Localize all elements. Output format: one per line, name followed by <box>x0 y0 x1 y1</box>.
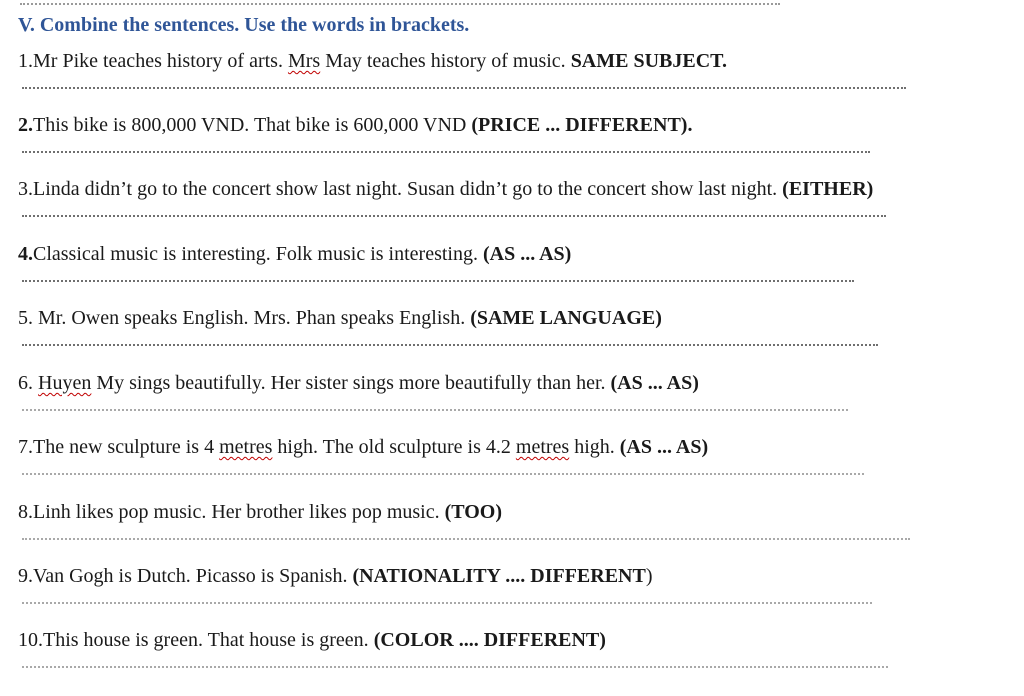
question-item: 3.Linda didn’t go to the concert show la… <box>0 177 1024 241</box>
bracket-keyword: 4. <box>18 243 33 265</box>
sentence-text: This bike is 800,000 VND. That bike is 6… <box>33 114 472 136</box>
sentence-text: 5. Mr. Owen speaks English. Mrs. Phan sp… <box>18 307 471 329</box>
spellcheck-word: metres <box>515 436 570 458</box>
bracket-keyword: (PRICE ... DIFFERENT). <box>471 114 693 136</box>
sentence-text: high. The old sculpture is 4.2 <box>272 436 516 458</box>
sentence-text: ) <box>645 565 653 587</box>
question-item: 4.Classical music is interesting. Folk m… <box>0 242 1024 306</box>
answer-line[interactable] <box>22 666 888 668</box>
question-item: 6. Huyen My sings beautifully. Her siste… <box>0 371 1024 435</box>
question-item: 10.This house is green. That house is gr… <box>0 628 1024 692</box>
answer-line[interactable] <box>22 473 864 475</box>
bracket-keyword: (COLOR .... DIFFERENT) <box>373 629 606 651</box>
question-text: 8.Linh likes pop music. Her brother like… <box>18 500 502 524</box>
bracket-keyword: (EITHER) <box>782 178 874 200</box>
sentence-text: 9.Van Gogh is Dutch. Picasso is Spanish. <box>18 565 353 587</box>
sentence-text: 7.The new sculpture is 4 <box>18 436 220 458</box>
sentence-text: May teaches history of music. <box>320 50 571 72</box>
question-item: 1.Mr Pike teaches history of arts. Mrs M… <box>0 49 1024 113</box>
bracket-keyword: 2. <box>18 114 33 136</box>
question-text: 5. Mr. Owen speaks English. Mrs. Phan sp… <box>18 306 662 330</box>
bracket-keyword: (AS ... AS) <box>482 243 572 265</box>
sentence-text: 10.This house is green. That house is gr… <box>18 629 374 651</box>
question-text: 10.This house is green. That house is gr… <box>18 628 606 652</box>
bracket-keyword: SAME SUBJECT. <box>570 50 728 72</box>
spellcheck-word: Mrs <box>287 50 321 72</box>
sentence-text: 1.Mr Pike teaches history of arts. <box>18 50 288 72</box>
bracket-keyword: (TOO) <box>444 501 503 523</box>
answer-line[interactable] <box>22 87 906 89</box>
question-item: 9.Van Gogh is Dutch. Picasso is Spanish.… <box>0 564 1024 628</box>
question-text: 6. Huyen My sings beautifully. Her siste… <box>18 371 699 395</box>
question-text: 3.Linda didn’t go to the concert show la… <box>18 177 873 201</box>
answer-line[interactable] <box>22 215 886 217</box>
question-item: 2.This bike is 800,000 VND. That bike is… <box>0 113 1024 177</box>
question-text: 1.Mr Pike teaches history of arts. Mrs M… <box>18 49 727 73</box>
answer-line[interactable] <box>22 280 854 282</box>
sentence-text: high. <box>569 436 620 458</box>
question-item: 7.The new sculpture is 4 metres high. Th… <box>0 435 1024 499</box>
bracket-keyword: (SAME LANGUAGE) <box>470 307 662 329</box>
question-text: 9.Van Gogh is Dutch. Picasso is Spanish.… <box>18 564 652 588</box>
question-text: 4.Classical music is interesting. Folk m… <box>18 242 571 266</box>
answer-line[interactable] <box>22 151 870 153</box>
question-text: 7.The new sculpture is 4 metres high. Th… <box>18 435 708 459</box>
bracket-keyword: (AS ... AS) <box>619 436 709 458</box>
bracket-keyword: (NATIONALITY .... DIFFERENT <box>352 565 646 587</box>
exercise-heading: V. Combine the sentences. Use the words … <box>18 14 470 36</box>
spellcheck-word: Huyen <box>38 372 92 394</box>
question-item: 5. Mr. Owen speaks English. Mrs. Phan sp… <box>0 306 1024 370</box>
answer-line[interactable] <box>22 538 910 540</box>
question-text: 2.This bike is 800,000 VND. That bike is… <box>18 113 692 137</box>
sentence-text: 8.Linh likes pop music. Her brother like… <box>18 501 445 523</box>
bracket-keyword: (AS ... AS) <box>610 372 699 394</box>
answer-line[interactable] <box>22 409 848 411</box>
question-item: 8.Linh likes pop music. Her brother like… <box>0 500 1024 564</box>
answer-line[interactable] <box>22 344 878 346</box>
sentence-text: My sings beautifully. Her sister sings m… <box>91 372 611 394</box>
sentence-text: 6. <box>18 372 38 394</box>
sentence-text: Classical music is interesting. Folk mus… <box>33 243 483 265</box>
answer-line[interactable] <box>22 602 872 604</box>
spellcheck-word: metres <box>219 436 273 458</box>
sentence-text: 3.Linda didn’t go to the concert show la… <box>18 178 783 200</box>
top-dotted-rule <box>20 3 780 5</box>
